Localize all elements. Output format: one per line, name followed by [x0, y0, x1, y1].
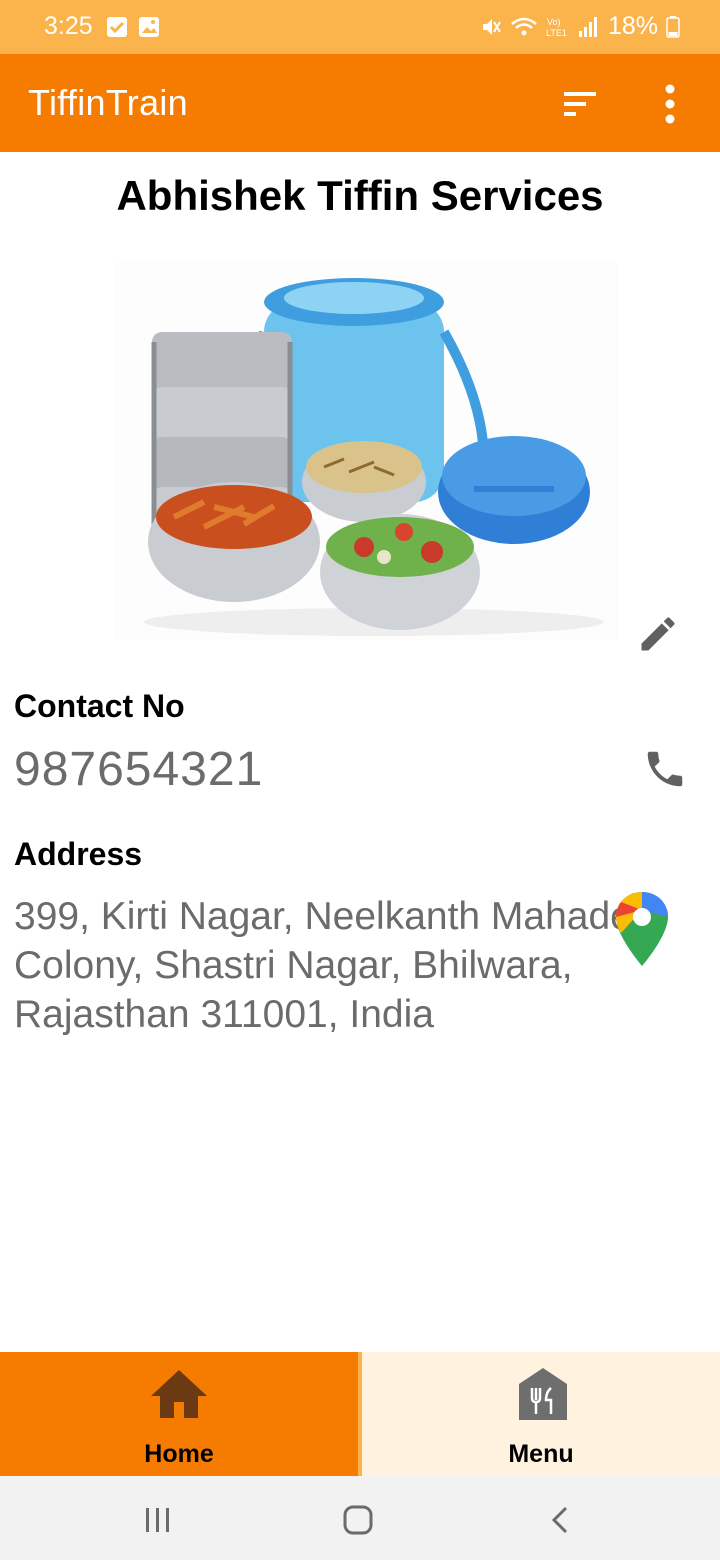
sort-icon[interactable] [556, 84, 604, 124]
app-title: TiffinTrain [28, 82, 189, 123]
battery-percent: 18% [607, 12, 658, 40]
mute-vibrate-icon [482, 18, 501, 35]
bottom-navigation: Home Menu [0, 1352, 720, 1476]
phone-icon[interactable] [642, 746, 688, 792]
status-time: 3:25 [44, 12, 93, 40]
svg-text:LTE1: LTE1 [546, 28, 567, 38]
gallery-notification-icon [139, 17, 159, 37]
nav-menu-label: Menu [508, 1440, 574, 1468]
signal-icon [578, 16, 597, 37]
home-icon [151, 1370, 207, 1418]
status-bar: 3:25 Vo) LTE1 18% [0, 0, 720, 54]
volte-lte-icon: Vo) LTE1 [546, 17, 567, 38]
wifi-icon [511, 17, 537, 35]
nav-menu-tab[interactable]: Menu [362, 1352, 720, 1476]
battery-icon [666, 15, 680, 38]
nav-home-tab[interactable]: Home [0, 1352, 358, 1476]
nav-home-label: Home [144, 1440, 214, 1468]
checkbox-notification-icon [107, 17, 127, 37]
address-text: 399, Kirti Nagar, Neelkanth Mahadev Colo… [14, 895, 652, 1036]
contact-number: 987654321 [14, 743, 264, 796]
app-bar: TiffinTrain [0, 54, 720, 152]
recent-apps-icon[interactable] [138, 1500, 178, 1540]
home-button-icon[interactable] [338, 1500, 378, 1540]
tiffin-image [114, 262, 618, 640]
address-label: Address [14, 836, 143, 872]
contact-label: Contact No [14, 688, 185, 724]
edit-icon[interactable] [636, 612, 680, 656]
google-maps-pin-icon[interactable] [614, 890, 670, 968]
shop-name-heading: Abhishek Tiffin Services [116, 172, 604, 219]
restaurant-menu-icon [519, 1368, 567, 1420]
svg-text:Vo): Vo) [547, 17, 561, 27]
more-vert-icon[interactable] [650, 80, 690, 128]
back-icon[interactable] [540, 1500, 580, 1540]
status-right-group: Vo) LTE1 18% [480, 12, 680, 41]
system-navigation-bar [0, 1476, 720, 1560]
